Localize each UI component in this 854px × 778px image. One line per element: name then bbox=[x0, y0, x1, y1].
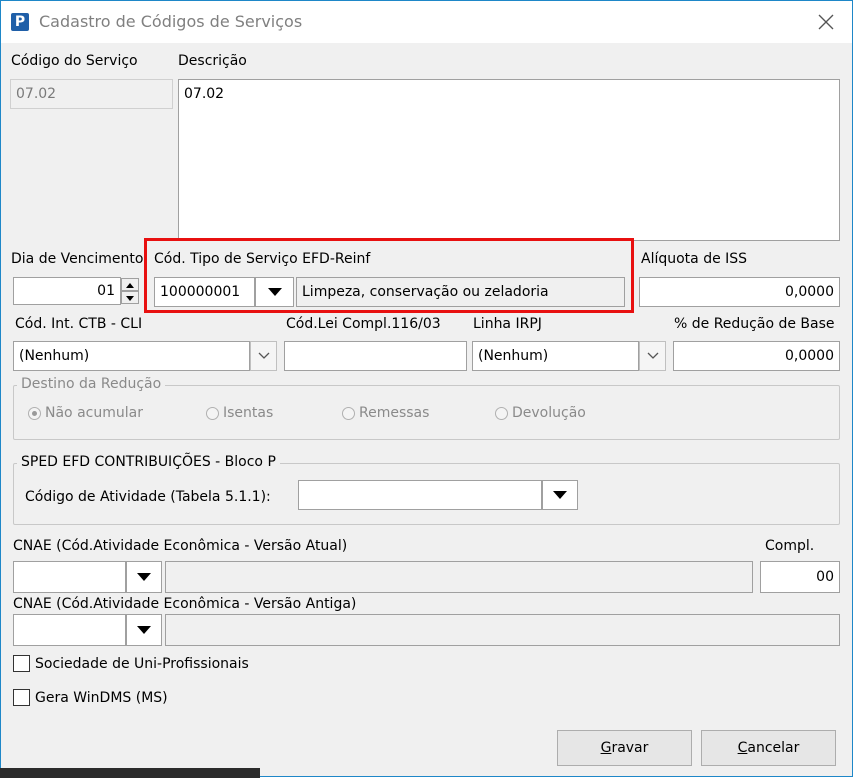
cancelar-accel: C bbox=[737, 740, 748, 756]
compl-field[interactable]: 00 bbox=[760, 561, 840, 593]
ctb-dropdown-button[interactable] bbox=[250, 341, 277, 371]
radio-label: Devolução bbox=[512, 405, 586, 421]
background-strip bbox=[0, 768, 260, 778]
cnae-antiga-label: CNAE (Cód.Atividade Econômica - Versão A… bbox=[13, 596, 357, 612]
atividade-field[interactable] bbox=[298, 480, 542, 510]
reinf-label: Cód. Tipo de Serviço EFD-Reinf bbox=[154, 251, 371, 267]
irpj-dropdown-button[interactable] bbox=[639, 341, 666, 371]
window-title: Cadastro de Códigos de Serviços bbox=[39, 12, 303, 31]
ctb-label: Cód. Int. CTB - CLI bbox=[15, 316, 143, 332]
cnae-atual-field[interactable] bbox=[13, 561, 126, 593]
vencimento-spinner[interactable] bbox=[121, 277, 139, 305]
gravar-label: ravar bbox=[611, 740, 649, 756]
dropdown-arrow-icon bbox=[137, 573, 151, 581]
vencimento-field[interactable]: 01 bbox=[13, 277, 121, 305]
dropdown-arrow-icon bbox=[553, 491, 567, 499]
title-bar: P Cadastro de Códigos de Serviços bbox=[1, 1, 852, 43]
atividade-dropdown-button[interactable] bbox=[542, 480, 578, 510]
reinf-description-field: Limpeza, conservação ou zeladoria bbox=[296, 277, 625, 307]
cnae-antiga-field[interactable] bbox=[13, 614, 126, 646]
radio-label: Não acumular bbox=[45, 405, 143, 421]
reinf-code-field[interactable]: 100000001 bbox=[154, 277, 255, 307]
lei-field[interactable] bbox=[284, 341, 467, 371]
cnae-antiga-dropdown-button[interactable] bbox=[126, 614, 162, 646]
checkbox-label: Gera WinDMS (MS) bbox=[35, 689, 168, 706]
radio-selected-icon bbox=[28, 406, 41, 420]
spin-down-icon bbox=[126, 296, 134, 301]
app-logo-icon: P bbox=[11, 13, 29, 31]
close-button[interactable] bbox=[814, 9, 838, 35]
chevron-down-icon bbox=[647, 352, 658, 359]
checkbox-label: Sociedade de Uni-Profissionais bbox=[35, 655, 249, 672]
radio-icon bbox=[495, 406, 508, 420]
destino-title: Destino da Redução bbox=[17, 376, 166, 392]
radio-nao-acumular[interactable]: Não acumular bbox=[28, 405, 143, 421]
reducao-label: % de Redução de Base bbox=[674, 316, 835, 332]
gravar-button[interactable]: Gravar bbox=[557, 730, 692, 766]
chevron-down-icon bbox=[258, 352, 269, 359]
dropdown-arrow-icon bbox=[267, 288, 282, 296]
cancelar-button[interactable]: Cancelar bbox=[701, 730, 836, 766]
ctb-combo[interactable]: (Nenhum) bbox=[13, 341, 250, 371]
checkbox-icon bbox=[13, 655, 30, 672]
lei-label: Cód.Lei Compl.116/03 bbox=[286, 316, 441, 332]
vencimento-label: Dia de Vencimento bbox=[11, 251, 144, 267]
descricao-textarea[interactable]: 07.02 bbox=[178, 79, 840, 241]
spin-down-button[interactable] bbox=[121, 291, 139, 304]
radio-label: Remessas bbox=[359, 405, 430, 421]
compl-label: Compl. bbox=[765, 538, 815, 554]
radio-icon bbox=[206, 406, 219, 420]
sped-title: SPED EFD CONTRIBUIÇÕES - Bloco P bbox=[17, 454, 280, 470]
dropdown-arrow-icon bbox=[137, 626, 151, 634]
reducao-field[interactable]: 0,0000 bbox=[673, 341, 840, 371]
cnae-antiga-description bbox=[165, 614, 840, 646]
radio-icon bbox=[342, 406, 355, 420]
irpj-label: Linha IRPJ bbox=[473, 316, 542, 332]
spin-up-button[interactable] bbox=[121, 278, 139, 291]
checkbox-uni-profissionais[interactable]: Sociedade de Uni-Profissionais bbox=[13, 655, 249, 672]
reinf-dropdown-button[interactable] bbox=[255, 277, 294, 307]
irpj-combo[interactable]: (Nenhum) bbox=[472, 341, 639, 371]
codigo-field[interactable]: 07.02 bbox=[10, 79, 173, 109]
checkbox-windms[interactable]: Gera WinDMS (MS) bbox=[13, 689, 168, 706]
close-icon bbox=[818, 14, 834, 30]
radio-remessas[interactable]: Remessas bbox=[342, 405, 429, 421]
cnae-atual-description bbox=[165, 561, 753, 593]
cancelar-label: ancelar bbox=[747, 740, 800, 756]
atividade-label: Código de Atividade (Tabela 5.1.1): bbox=[25, 489, 271, 505]
cnae-atual-dropdown-button[interactable] bbox=[126, 561, 162, 593]
spin-up-icon bbox=[126, 283, 134, 288]
checkbox-icon bbox=[13, 689, 30, 706]
radio-isentas[interactable]: Isentas bbox=[206, 405, 273, 421]
iss-field[interactable]: 0,0000 bbox=[639, 277, 840, 307]
iss-label: Alíquota de ISS bbox=[641, 251, 748, 267]
dialog-window: P Cadastro de Códigos de Serviços Código… bbox=[0, 0, 853, 777]
gravar-accel: G bbox=[600, 740, 612, 756]
codigo-label: Código do Serviço bbox=[11, 53, 138, 69]
cnae-atual-label: CNAE (Cód.Atividade Econômica - Versão A… bbox=[13, 538, 348, 554]
descricao-label: Descrição bbox=[178, 53, 247, 69]
radio-label: Isentas bbox=[223, 405, 274, 421]
radio-devolucao[interactable]: Devolução bbox=[495, 405, 586, 421]
